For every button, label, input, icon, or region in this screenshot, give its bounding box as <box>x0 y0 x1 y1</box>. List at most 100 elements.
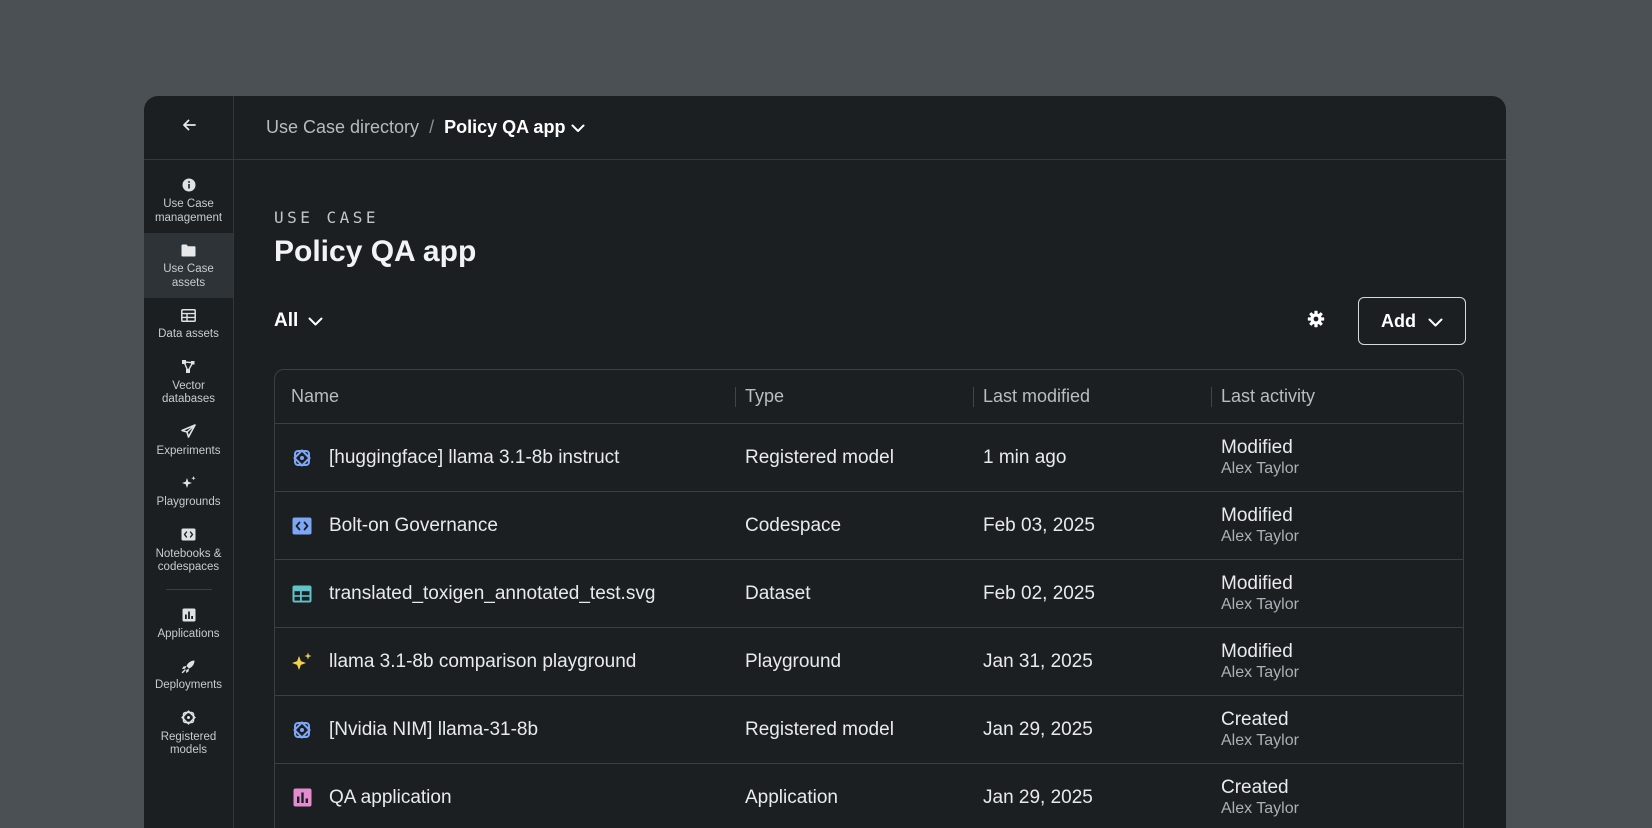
filter-dropdown[interactable]: All <box>274 310 323 332</box>
model-icon <box>291 447 313 469</box>
code-icon <box>180 526 198 544</box>
sidebar-item-registered-models[interactable]: Registered models <box>144 701 233 766</box>
sidebar-item-vector-databases[interactable]: Vector databases <box>144 350 233 415</box>
sidebar-item-use-case-management[interactable]: Use Case management <box>144 168 233 233</box>
table-row[interactable]: Bolt-on Governance Codespace Feb 03, 202… <box>275 492 1463 560</box>
main-content: USE CASE Policy QA app All Add Name Type… <box>234 160 1506 828</box>
table-row[interactable]: QA application Application Jan 29, 2025 … <box>275 764 1463 828</box>
activity-user: Alex Taylor <box>1221 595 1299 613</box>
column-header-type[interactable]: Type <box>735 370 973 423</box>
column-header-name[interactable]: Name <box>275 370 735 423</box>
column-header-last-activity[interactable]: Last activity <box>1211 370 1463 423</box>
sidebar-item-experiments[interactable]: Experiments <box>144 415 233 467</box>
info-circle-icon <box>180 176 198 194</box>
breadcrumb-parent-link[interactable]: Use Case directory <box>266 117 419 138</box>
name-cell: llama 3.1-8b comparison playground <box>275 628 735 695</box>
page-title: Policy QA app <box>274 235 477 268</box>
chevron-down-icon <box>565 117 585 138</box>
asset-last-modified: Jan 29, 2025 <box>983 718 1093 740</box>
sidebar-item-deployments[interactable]: Deployments <box>144 649 233 701</box>
activity-action: Created <box>1221 776 1289 798</box>
asset-last-activity: Modified Alex Taylor <box>1211 560 1463 627</box>
activity-block: Created Alex Taylor <box>1221 777 1299 819</box>
sidebar-item-playgrounds[interactable]: Playgrounds <box>144 466 233 518</box>
asset-last-activity: Modified Alex Taylor <box>1211 424 1463 491</box>
activity-action: Modified <box>1221 436 1293 458</box>
sidebar-item-label: Vector databases <box>161 379 216 406</box>
sidebar-item-label: Use Case assets <box>163 263 214 289</box>
asset-last-modified: Feb 02, 2025 <box>983 582 1095 604</box>
sidebar-nav: Use Case management Use Case assets Data… <box>144 160 233 766</box>
asset-type: Playground <box>745 650 842 672</box>
table-row[interactable]: [Nvidia NIM] llama-31-8b Registered mode… <box>275 696 1463 764</box>
activity-user: Alex Taylor <box>1221 663 1299 681</box>
add-button[interactable]: Add <box>1358 297 1466 345</box>
activity-user: Alex Taylor <box>1221 731 1299 749</box>
breadcrumb-current-dropdown[interactable]: Policy QA app <box>444 117 585 138</box>
asset-last-modified: Jan 31, 2025 <box>983 650 1093 672</box>
table-row[interactable]: [huggingface] llama 3.1-8b instruct Regi… <box>275 424 1463 492</box>
column-header-last-modified[interactable]: Last modified <box>973 370 1211 423</box>
asset-type: Codespace <box>745 514 842 536</box>
activity-block: Created Alex Taylor <box>1221 709 1299 751</box>
sidebar-item-use-case-assets[interactable]: Use Case assets <box>144 233 233 298</box>
sidebar: Use Case management Use Case assets Data… <box>144 96 234 828</box>
table-row[interactable]: translated_toxigen_annotated_test.svg Da… <box>275 560 1463 628</box>
toolbar-actions: Add <box>1298 297 1466 345</box>
model-icon <box>180 709 198 727</box>
page-eyebrow: USE CASE <box>274 208 380 227</box>
asset-name: [Nvidia NIM] llama-31-8b <box>329 718 539 740</box>
asset-name: translated_toxigen_annotated_test.svg <box>329 582 656 604</box>
activity-block: Modified Alex Taylor <box>1221 437 1299 479</box>
back-button[interactable] <box>144 96 233 160</box>
asset-name: QA application <box>329 786 452 808</box>
bar-chart-icon <box>180 606 198 624</box>
bar-chart-icon <box>291 787 313 809</box>
activity-action: Created <box>1221 708 1289 730</box>
add-button-label: Add <box>1381 310 1416 331</box>
sidebar-item-data-assets[interactable]: Data assets <box>144 298 233 350</box>
sidebar-item-label: Data assets <box>158 328 219 340</box>
send-icon <box>180 423 198 441</box>
asset-type: Registered model <box>745 718 894 740</box>
app-window: Use Case management Use Case assets Data… <box>144 96 1506 828</box>
activity-block: Modified Alex Taylor <box>1221 505 1299 547</box>
settings-button[interactable] <box>1298 303 1334 339</box>
asset-type: Application <box>745 786 838 808</box>
activity-user: Alex Taylor <box>1221 527 1299 545</box>
filter-label: All <box>274 310 299 331</box>
breadcrumb: Use Case directory / Policy QA app <box>234 96 1506 160</box>
name-cell: [huggingface] llama 3.1-8b instruct <box>275 424 735 491</box>
activity-action: Modified <box>1221 572 1293 594</box>
asset-last-modified: 1 min ago <box>983 446 1067 468</box>
asset-last-modified: Feb 03, 2025 <box>983 514 1095 536</box>
breadcrumb-current-label: Policy QA app <box>444 117 566 137</box>
activity-action: Modified <box>1221 504 1293 526</box>
sidebar-item-label: Deployments <box>154 679 223 691</box>
asset-last-activity: Modified Alex Taylor <box>1211 492 1463 559</box>
sparkle-icon <box>180 474 198 492</box>
rocket-icon <box>180 657 198 675</box>
asset-last-activity: Created Alex Taylor <box>1211 696 1463 763</box>
sidebar-divider <box>165 588 212 590</box>
name-cell: [Nvidia NIM] llama-31-8b <box>275 696 735 763</box>
arrow-left-icon <box>182 118 196 137</box>
asset-name: llama 3.1-8b comparison playground <box>329 650 637 672</box>
sidebar-item-notebooks-codespaces[interactable]: Notebooks & codespaces <box>144 518 233 583</box>
sidebar-item-label: Applications <box>157 627 220 640</box>
model-icon <box>291 719 313 741</box>
asset-last-activity: Created Alex Taylor <box>1211 764 1463 828</box>
gear-icon <box>1307 310 1325 333</box>
sidebar-item-applications[interactable]: Applications <box>144 598 233 650</box>
table-row[interactable]: llama 3.1-8b comparison playground Playg… <box>275 628 1463 696</box>
table-icon <box>291 583 313 605</box>
asset-type: Registered model <box>745 446 894 468</box>
chevron-down-icon <box>298 310 323 332</box>
activity-user: Alex Taylor <box>1221 459 1299 477</box>
sidebar-item-label: Playgrounds <box>156 496 221 508</box>
sidebar-item-label: Registered models <box>160 730 217 757</box>
chevron-down-icon <box>1416 311 1443 332</box>
name-cell: translated_toxigen_annotated_test.svg <box>275 560 735 627</box>
asset-last-activity: Modified Alex Taylor <box>1211 628 1463 695</box>
asset-name: [huggingface] llama 3.1-8b instruct <box>329 446 620 468</box>
